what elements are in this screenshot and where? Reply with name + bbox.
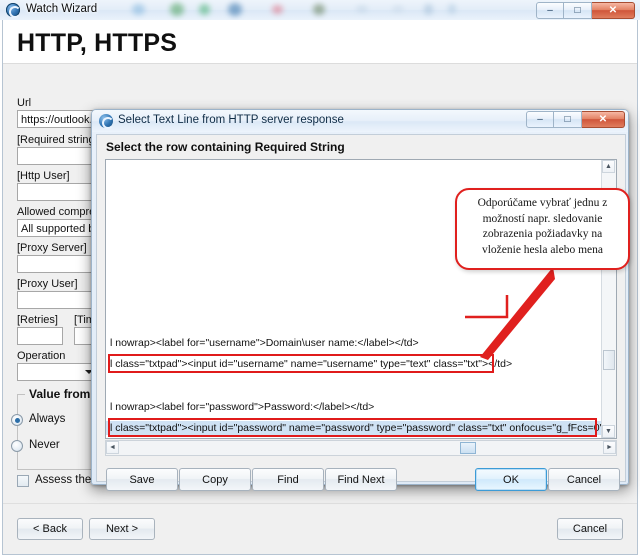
horizontal-scrollbar[interactable]: ◄ ► xyxy=(105,440,617,456)
select-text-line-dialog: Select Text Line from HTTP server respon… xyxy=(91,109,629,491)
http-user-label: [Http User] xyxy=(17,170,70,182)
ok-button[interactable]: OK xyxy=(475,468,547,491)
operation-label: Operation xyxy=(17,350,66,362)
save-button[interactable]: Save xyxy=(106,468,178,491)
radio-indicator-icon xyxy=(11,414,23,426)
maximize-button[interactable]: □ xyxy=(564,2,592,19)
copy-button[interactable]: Copy xyxy=(179,468,251,491)
dialog-minimize-button[interactable]: – xyxy=(526,111,554,128)
wizard-title-bar[interactable]: Watch Wizard – □ ✕ xyxy=(0,0,640,20)
window-title: Watch Wizard xyxy=(26,3,98,15)
operation-combo[interactable] xyxy=(17,363,97,381)
radio-indicator-icon xyxy=(11,440,23,452)
close-button[interactable]: ✕ xyxy=(592,2,635,19)
minimize-button[interactable]: – xyxy=(536,2,564,19)
highlight-box-username xyxy=(108,354,494,373)
vertical-scroll-thumb[interactable] xyxy=(603,350,615,370)
radio-always[interactable]: Always xyxy=(11,413,66,426)
find-next-button[interactable]: Find Next xyxy=(325,468,397,491)
dialog-client-area: Select the row containing Required Strin… xyxy=(96,134,626,491)
list-item[interactable]: l nowrap><label for="username">Domain\us… xyxy=(106,336,419,350)
page-title: HTTP, HTTPS xyxy=(17,29,178,57)
allowed-compression-value: All supported by xyxy=(21,223,100,235)
proxy-server-label: [Proxy Server] xyxy=(17,242,87,254)
app-icon xyxy=(6,3,21,18)
next-button[interactable]: Next > xyxy=(89,518,155,540)
scroll-right-icon[interactable]: ► xyxy=(603,441,616,454)
radio-never-label: Never xyxy=(29,439,60,451)
find-button[interactable]: Find xyxy=(252,468,324,491)
radio-never[interactable]: Never xyxy=(11,439,60,452)
wizard-header-band: HTTP, HTTPS xyxy=(3,20,637,64)
dialog-title-bar[interactable]: Select Text Line from HTTP server respon… xyxy=(92,110,628,132)
proxy-user-label: [Proxy User] xyxy=(17,278,78,290)
horizontal-scroll-thumb[interactable] xyxy=(460,442,476,454)
dialog-window-controls: – □ ✕ xyxy=(526,111,625,128)
dialog-maximize-button[interactable]: □ xyxy=(554,111,582,128)
required-string-label: [Required string i xyxy=(17,134,101,146)
wizard-footer: < Back Next > Cancel xyxy=(3,503,637,554)
dialog-cancel-button[interactable]: Cancel xyxy=(548,468,620,491)
dialog-heading: Select the row containing Required Strin… xyxy=(106,140,345,154)
retries-label: [Retries] xyxy=(17,314,58,326)
dialog-close-button[interactable]: ✕ xyxy=(582,111,625,128)
scroll-up-icon[interactable]: ▲ xyxy=(602,160,615,173)
radio-always-label: Always xyxy=(29,413,66,425)
annotation-callout: Odporúčame vybrať jednu z možností napr.… xyxy=(455,188,630,270)
list-item[interactable]: l nowrap><label for="password">Password:… xyxy=(106,400,374,414)
allowed-compression-label: Allowed compres xyxy=(17,206,101,218)
retries-input[interactable] xyxy=(17,327,63,345)
dialog-app-icon xyxy=(99,114,114,129)
annotation-text: Odporúčame vybrať jednu z možností napr.… xyxy=(477,197,608,256)
scroll-left-icon[interactable]: ◄ xyxy=(106,441,119,454)
wizard-window-controls: – □ ✕ xyxy=(536,2,635,19)
checkbox-icon xyxy=(17,475,29,487)
back-button[interactable]: < Back xyxy=(17,518,83,540)
dialog-title: Select Text Line from HTTP server respon… xyxy=(118,114,344,126)
wizard-cancel-button[interactable]: Cancel xyxy=(557,518,623,540)
url-label: Url xyxy=(17,97,32,109)
scroll-down-icon[interactable]: ▼ xyxy=(602,425,615,438)
highlight-box-password xyxy=(108,418,597,437)
